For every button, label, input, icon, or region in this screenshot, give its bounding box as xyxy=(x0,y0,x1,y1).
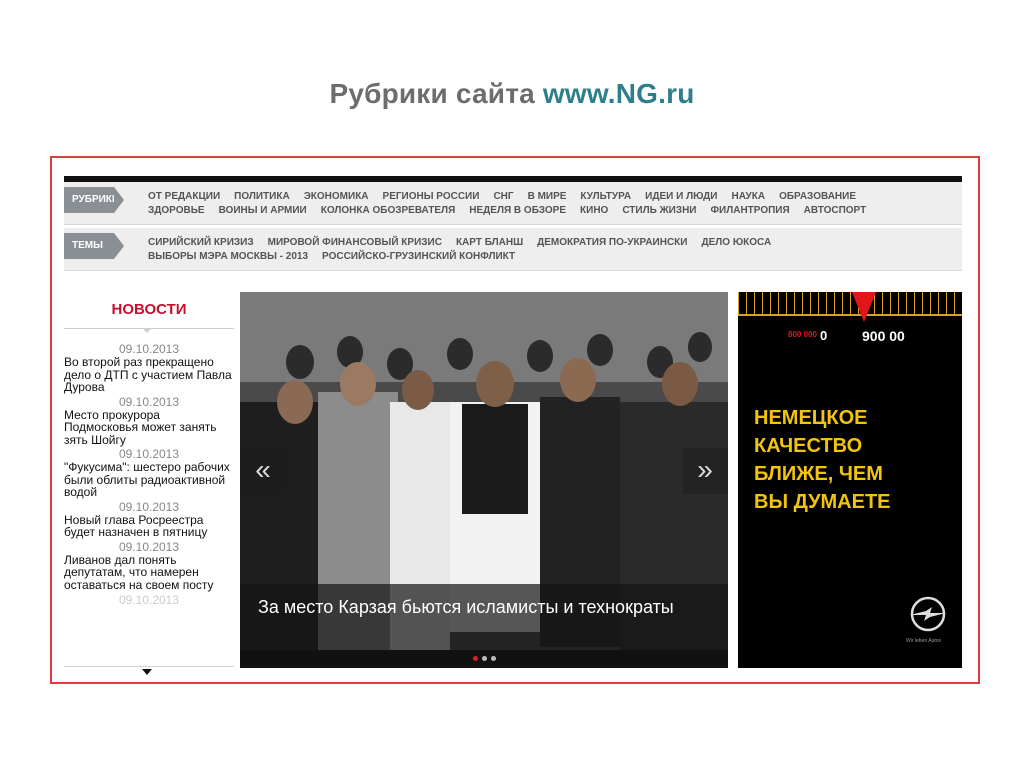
news-headline[interactable]: "Фукусима": шестеро рабочих были облиты … xyxy=(64,461,234,499)
rubric-link[interactable]: АВТОСПОРТ xyxy=(804,205,867,216)
hero-next-button[interactable]: » xyxy=(682,448,728,494)
news-item[interactable]: 09.10.2013 Место прокурора Подмосковья мо… xyxy=(64,394,234,447)
rubrics-nav: РУБРИКИ ОТ РЕДАКЦИИ ПОЛИТИКА ЭКОНОМИКА РЕГИ… xyxy=(64,182,962,225)
hero-caption[interactable]: За место Карзая бьются исламисты и техно… xyxy=(240,584,728,650)
ad-ruler-graphic xyxy=(738,292,962,316)
advertisement-banner[interactable]: 800 000 0 900 00 НЕМЕЦКОЕ КАЧЕСТВО БЛИЖЕ, … xyxy=(738,292,962,668)
rubric-link[interactable]: КОЛОНКА ОБОЗРЕВАТЕЛЯ xyxy=(321,205,456,216)
ad-headline-line: БЛИЖЕ, ЧЕМ xyxy=(754,463,883,485)
rubric-link[interactable]: КУЛЬТУРА xyxy=(580,191,631,202)
rubric-link[interactable]: РЕГИОНЫ РОССИИ xyxy=(383,191,480,202)
news-item[interactable]: 09.10.2013 "Фукусима": шестеро рабочих бы… xyxy=(64,448,234,499)
ad-slogan: Wir leben Autos xyxy=(906,638,942,644)
rubrics-line-1: ОТ РЕДАКЦИИ ПОЛИТИКА ЭКОНОМИКА РЕГИОНЫ РОСС… xyxy=(148,190,948,204)
theme-link[interactable]: ДЕЛО ЮКОСА xyxy=(701,237,771,248)
news-item[interactable]: 09.10.2013 Ливанов дал понять депутатам, … xyxy=(64,539,234,592)
news-date-faded: 09.10.2013 xyxy=(118,593,180,607)
rubric-link[interactable]: ОБРАЗОВАНИЕ xyxy=(779,191,856,202)
ad-headline-line: НЕМЕЦКОЕ xyxy=(754,407,868,429)
slide-title: Рубрики сайта www.NG.ru xyxy=(0,78,1024,110)
theme-link[interactable]: ДЕМОКРАТИЯ ПО-УКРАИНСКИ xyxy=(537,237,687,248)
news-column: НОВОСТИ 09.10.2013 Во второй раз прекраще… xyxy=(64,292,234,672)
ad-number-red: 800 000 xyxy=(788,330,817,339)
rubric-link[interactable]: ФИЛАНТРОПИЯ xyxy=(710,205,789,216)
slider-dot[interactable] xyxy=(472,656,478,661)
themes-line-1: СИРИЙСКИЙ КРИЗИЗ МИРОВОЙ ФИНАНСОВЫЙ КРИЗИ… xyxy=(148,236,948,250)
themes-line-2: ВЫБОРЫ МЭРА МОСКВЫ - 2013 РОССИЙСКО-ГРУЗИ… xyxy=(148,250,948,264)
news-item[interactable]: 09.10.2013 Новый глава Росреестра будет н… xyxy=(64,499,234,539)
rubric-link[interactable]: ЗДОРОВЬЕ xyxy=(148,205,205,216)
rubric-link[interactable]: НЕДЕЛЯ В ОБЗОРЕ xyxy=(469,205,566,216)
theme-link[interactable]: МИРОВОЙ ФИНАНСОВЫЙ КРИЗИС xyxy=(268,237,442,248)
news-headline[interactable]: Ливанов дал понять депутатам, что намере… xyxy=(64,553,234,592)
theme-link[interactable]: ВЫБОРЫ МЭРА МОСКВЫ - 2013 xyxy=(148,251,308,262)
slider-dot[interactable] xyxy=(481,656,487,661)
theme-link[interactable]: СИРИЙСКИЙ КРИЗИЗ xyxy=(148,237,254,248)
rubrics-line-2: ЗДОРОВЬЕ ВОИНЫ И АРМИИ КОЛОНКА ОБОЗРЕВАТЕЛ… xyxy=(148,204,948,218)
news-headline[interactable]: Место прокурора Подмосковья может занять… xyxy=(64,408,234,447)
ad-headline-line: ВЫ ДУМАЕТЕ xyxy=(754,491,891,513)
ad-headline-line: КАЧЕСТВО xyxy=(754,435,863,457)
ad-headline: НЕМЕЦКОЕ КАЧЕСТВО БЛИЖЕ, ЧЕМ ВЫ ДУМАЕТЕ xyxy=(754,404,954,516)
rubrics-label: РУБРИКИ xyxy=(64,187,124,213)
ad-number-right: 900 00 xyxy=(862,328,905,344)
ad-ruler-marker-icon xyxy=(852,292,876,322)
hero-pagination xyxy=(240,650,728,668)
themes-nav: ТЕМЫ СИРИЙСКИЙ КРИЗИЗ МИРОВОЙ ФИНАНСОВЫЙ … xyxy=(64,228,962,271)
news-date: 09.10.2013 xyxy=(118,499,180,514)
opel-logo-icon xyxy=(910,596,946,632)
scroll-down-arrow-icon[interactable] xyxy=(142,669,152,675)
themes-items: СИРИЙСКИЙ КРИЗИЗ МИРОВОЙ ФИНАНСОВЫЙ КРИЗИ… xyxy=(148,236,948,264)
news-headline[interactable]: Во второй раз прекращено дело о ДТП с уч… xyxy=(64,356,234,394)
news-list: 09.10.2013 Во второй раз прекращено дело … xyxy=(64,329,234,608)
themes-label: ТЕМЫ xyxy=(64,233,124,259)
news-scroll-down[interactable] xyxy=(64,666,234,675)
ad-number-left: 0 xyxy=(820,328,828,343)
rubric-link[interactable]: ЭКОНОМИКА xyxy=(304,191,369,202)
news-headline[interactable]: Новый глава Росреестра будет назначен в … xyxy=(64,513,234,539)
hero-slider[interactable]: « » За место Карзая бьются исламисты и т… xyxy=(240,292,728,668)
news-heading: НОВОСТИ xyxy=(64,292,234,333)
hero-prev-button[interactable]: « xyxy=(240,448,286,494)
news-item[interactable]: 09.10.2013 Во второй раз прекращено дело … xyxy=(64,343,234,394)
rubric-link[interactable]: ОТ РЕДАКЦИИ xyxy=(148,191,220,202)
rubric-link[interactable]: ВОИНЫ И АРМИИ xyxy=(219,205,307,216)
news-date: 09.10.2013 xyxy=(118,394,180,409)
slider-dot[interactable] xyxy=(490,656,496,661)
rubric-link[interactable]: В МИРЕ xyxy=(528,191,567,202)
rubric-link[interactable]: СТИЛЬ ЖИЗНИ xyxy=(622,205,696,216)
slide-title-url: www.NG.ru xyxy=(542,78,695,109)
website-screenshot-frame: РУБРИКИ ОТ РЕДАКЦИИ ПОЛИТИКА ЭКОНОМИКА РЕГИ… xyxy=(50,156,980,684)
rubric-link[interactable]: ПОЛИТИКА xyxy=(234,191,290,202)
rubric-link[interactable]: НАУКА xyxy=(731,191,765,202)
rubric-link[interactable]: ИДЕИ И ЛЮДИ xyxy=(645,191,717,202)
rubrics-items: ОТ РЕДАКЦИИ ПОЛИТИКА ЭКОНОМИКА РЕГИОНЫ РОСС… xyxy=(148,190,948,218)
news-date: 09.10.2013 xyxy=(118,539,180,554)
rubric-link[interactable]: СНГ xyxy=(493,191,513,202)
theme-link[interactable]: КАРТ БЛАНШ xyxy=(456,237,523,248)
theme-link[interactable]: РОССИЙСКО-ГРУЗИНСКИЙ КОНФЛИКТ xyxy=(322,251,515,262)
rubric-link[interactable]: КИНО xyxy=(580,205,608,216)
slide-title-prefix: Рубрики сайта xyxy=(329,78,535,109)
